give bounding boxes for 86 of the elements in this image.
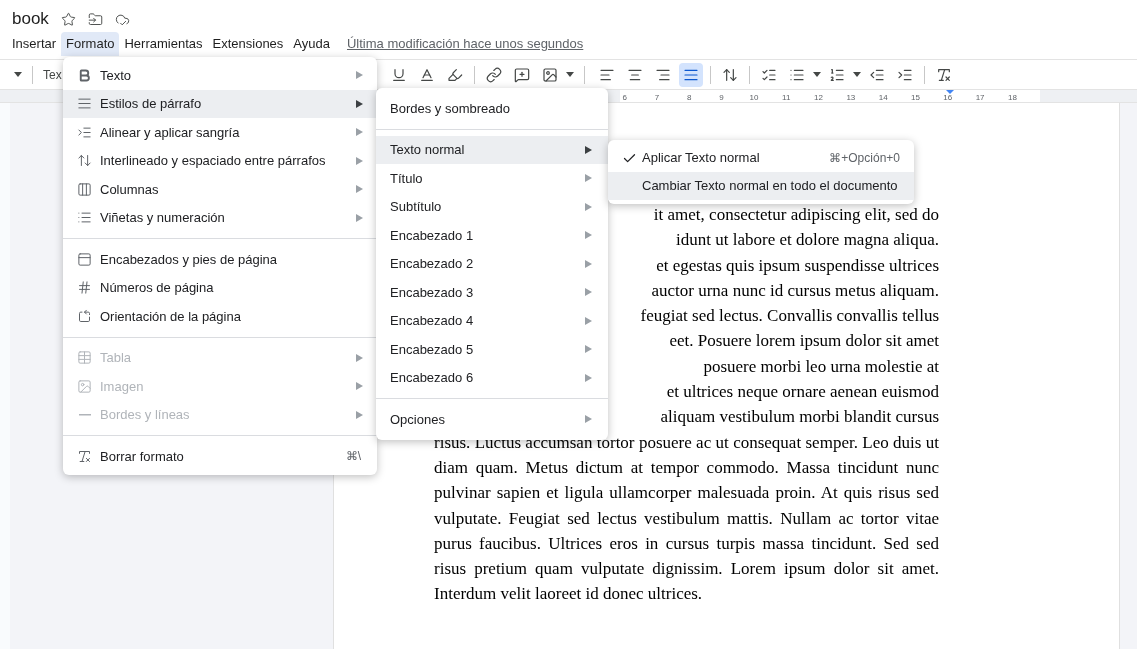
body-text-line: idunt ut labore et dolore magna aliqua. xyxy=(676,229,939,252)
ruler-number: 8 xyxy=(686,94,693,102)
menu-item[interactable]: Cambiar Texto normal en todo el documento xyxy=(608,172,914,200)
page-rotate-icon xyxy=(77,308,92,324)
ruler-number: 6 xyxy=(621,94,628,102)
ruler-number: 9 xyxy=(718,94,725,102)
body-text-line: aliquam vestibulum morbi blandit cursus xyxy=(660,406,939,429)
clear-formatting-icon xyxy=(935,66,952,83)
menu-item[interactable]: Encabezado 4 xyxy=(376,306,608,335)
menu-item[interactable]: Subtítulo xyxy=(376,192,608,221)
caret-icon xyxy=(14,72,22,77)
menu-item[interactable]: Título xyxy=(376,164,608,193)
menu-item[interactable]: Encabezado 5 xyxy=(376,335,608,364)
image-icon xyxy=(77,378,92,394)
menu-item[interactable]: Interlineado y espaciado entre párrafos xyxy=(63,146,377,175)
image-icon xyxy=(541,66,558,83)
body-text-line: it amet, consectetur adipiscing elit, sed do xyxy=(653,204,939,226)
table-icon xyxy=(77,350,92,366)
menu-bar-item[interactable]: Herramientas xyxy=(119,32,208,56)
line-spacing-icon xyxy=(77,153,92,169)
ruler-number: 7 xyxy=(653,94,661,102)
ruler-number: 14 xyxy=(878,94,888,102)
menu-item[interactable]: Encabezados y pies de página xyxy=(63,245,377,274)
style-dropdown[interactable]: Tex xyxy=(43,65,62,84)
menu-item[interactable]: Estilos de párrafo xyxy=(63,89,377,118)
menu-item[interactable]: Encabezado 2 xyxy=(376,249,608,278)
menu-item[interactable]: Viñetas y numeración xyxy=(63,203,377,232)
numbered-list-icon xyxy=(828,66,845,83)
clear-formatting-icon xyxy=(77,448,92,464)
columns-icon xyxy=(77,181,92,197)
ruler-number: 15 xyxy=(910,94,921,102)
indent-marker-icon[interactable] xyxy=(946,90,954,94)
shortcut-label: ⌘\ xyxy=(345,448,361,466)
body-text-line: eet. Posuere lorem ipsum dolor sit amet xyxy=(669,330,939,353)
menu-bar-item[interactable]: Insertar xyxy=(7,32,62,56)
indent-icon xyxy=(77,124,92,140)
bulleted-list-icon xyxy=(77,210,92,226)
text-color-icon xyxy=(418,66,435,83)
star-icon[interactable] xyxy=(60,11,76,27)
caret-icon xyxy=(812,72,821,77)
document-title[interactable]: book xyxy=(12,6,49,32)
body-text-line: et ultrices neque ornare aenean euismod xyxy=(666,381,939,404)
shortcut-label: ⌘+Opción+0 xyxy=(829,150,900,167)
ruler-number: 18 xyxy=(1007,94,1018,102)
menu-item[interactable]: Encabezado 6 xyxy=(376,363,608,392)
ruler-number: 16 xyxy=(943,94,953,102)
menu-item[interactable]: Texto normal xyxy=(376,135,608,164)
caret-icon xyxy=(852,72,861,77)
menu-bar-item[interactable]: Ayuda xyxy=(288,32,335,56)
menu-bar-item[interactable]: Formato xyxy=(61,32,120,56)
menu-item[interactable]: Texto xyxy=(63,61,377,90)
ruler-number: 12 xyxy=(813,94,824,102)
caret-icon xyxy=(565,72,574,77)
ruler-number: 11 xyxy=(781,94,791,102)
comment-icon xyxy=(513,66,530,83)
link-icon xyxy=(485,66,502,83)
header-footer-icon xyxy=(77,251,92,267)
highlighter-icon xyxy=(446,66,463,83)
ruler-number: 10 xyxy=(749,94,759,102)
menu-item[interactable]: Opciones xyxy=(376,405,608,434)
menu-item[interactable]: Orientación de la página xyxy=(63,302,377,331)
body-text-line: et egestas quis ipsum suspendisse ultrices xyxy=(656,254,939,277)
menu-item[interactable]: Aplicar Texto normal ⌘+Opción+0 xyxy=(608,144,914,172)
menu-item[interactable]: Encabezado 1 xyxy=(376,221,608,250)
menu-item[interactable]: Encabezado 3 xyxy=(376,278,608,307)
line-icon xyxy=(78,413,91,416)
line-spacing-icon xyxy=(721,66,738,83)
menu-item[interactable]: Columnas xyxy=(63,175,377,204)
menu-bar-item[interactable]: Extensiones xyxy=(207,32,289,56)
bold-icon xyxy=(77,67,92,83)
cloud-check-icon[interactable] xyxy=(114,11,130,27)
folder-icon[interactable] xyxy=(87,11,103,27)
ruler-number: 17 xyxy=(975,94,985,102)
menu-item[interactable]: Números de página xyxy=(63,273,377,302)
paragraph-lines-icon xyxy=(77,96,92,112)
menu-item[interactable]: Borrar formato ⌘\ xyxy=(63,442,377,471)
underline-icon xyxy=(390,66,407,83)
body-text-line: auctor urna nunc id cursus metus aliquam. xyxy=(651,279,939,302)
body-text-line: feugiat sed lectus. Convallis convallis tellus xyxy=(640,305,939,328)
justify-button[interactable] xyxy=(678,62,703,87)
menu-item[interactable]: Alinear y aplicar sangría xyxy=(63,118,377,147)
menu-item[interactable]: Bordes y sombreado xyxy=(376,94,608,123)
ruler-number: 13 xyxy=(846,94,856,102)
last-edit-link[interactable]: Última modificación hace unos segundos xyxy=(347,34,584,54)
hash-icon xyxy=(77,280,92,296)
body-text-line: posuere morbi leo urna molestie at xyxy=(703,355,939,378)
